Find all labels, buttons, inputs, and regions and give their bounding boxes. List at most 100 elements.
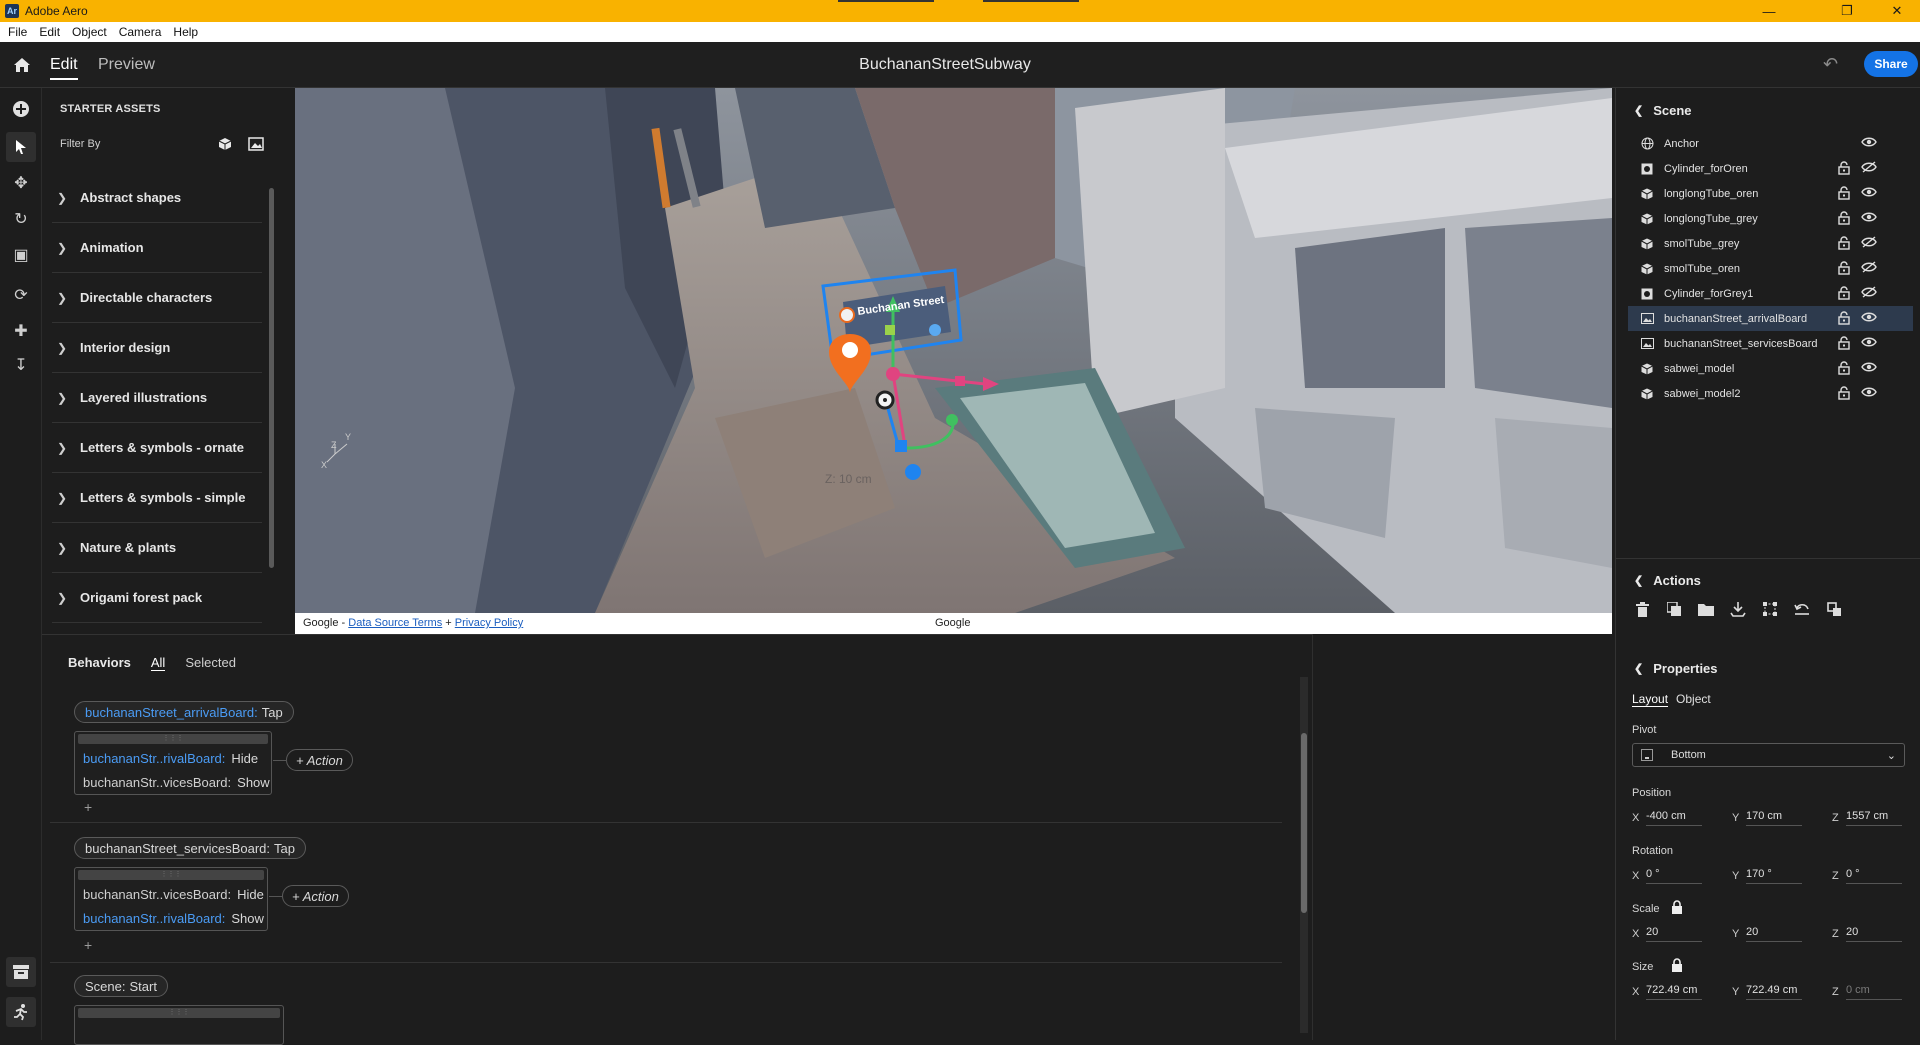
orbit-icon[interactable]: ⟳ (6, 280, 36, 310)
eye-icon[interactable] (1861, 336, 1879, 350)
menu-file[interactable]: File (8, 25, 27, 39)
scale-x-input[interactable]: 20 (1646, 926, 1702, 942)
eye-hidden-icon[interactable] (1861, 161, 1879, 175)
share-button[interactable]: Share (1864, 51, 1918, 77)
eye-hidden-icon[interactable] (1861, 286, 1879, 300)
unlock-icon[interactable] (1838, 211, 1852, 225)
add-trigger-icon[interactable]: + (84, 937, 92, 953)
size-x-input[interactable]: 722.49 cm (1646, 984, 1702, 1000)
duplicate-icon[interactable] (1666, 601, 1682, 617)
trigger-pill[interactable]: buchananStreet_servicesBoard: Tap (74, 837, 306, 859)
assets-scrollbar[interactable] (269, 188, 274, 568)
scene-section-header[interactable]: ❮ Scene (1634, 103, 1692, 118)
scene-item[interactable]: Cylinder_forOren (1628, 156, 1913, 181)
asset-category[interactable]: ❯ Abstract shapes (52, 173, 262, 223)
tab-all[interactable]: All (150, 655, 166, 671)
add-icon[interactable] (6, 94, 36, 124)
eye-icon[interactable] (1861, 361, 1879, 375)
size-z-input[interactable]: 0 cm (1846, 984, 1902, 1000)
scene-item[interactable]: smolTube_grey (1628, 231, 1913, 256)
trigger-pill[interactable]: Scene: Start (74, 975, 168, 997)
assets-drawer-icon[interactable] (6, 957, 36, 987)
scene-item[interactable]: longlongTube_grey (1628, 206, 1913, 231)
asset-category[interactable]: ❯ Origami forest pack (52, 573, 262, 623)
position-z-input[interactable]: 1557 cm (1846, 810, 1902, 826)
data-source-terms-link[interactable]: Data Source Terms (348, 617, 442, 629)
rotation-x-input[interactable]: 0 ° (1646, 868, 1702, 884)
scale-tool-icon[interactable]: ▣ (6, 240, 36, 270)
asset-category[interactable]: ❯ Letters & symbols - simple (52, 473, 262, 523)
unlock-icon[interactable] (1838, 286, 1852, 300)
tab-object[interactable]: Object (1676, 692, 1711, 707)
eye-icon[interactable] (1861, 186, 1879, 200)
close-icon[interactable]: ✕ (1874, 0, 1920, 22)
tab-selected[interactable]: Selected (185, 655, 236, 671)
scene-item-selected[interactable]: buchananStreet_arrivalBoard (1628, 306, 1913, 331)
move-tool-icon[interactable]: ✥ (6, 168, 36, 198)
lock-icon[interactable] (1671, 900, 1683, 914)
drag-handle-icon[interactable]: ⋮⋮⋮ (78, 734, 268, 744)
minimize-icon[interactable]: — (1746, 0, 1792, 22)
tab-layout[interactable]: Layout (1632, 692, 1669, 707)
add-trigger-icon[interactable]: + (84, 799, 92, 815)
unlock-icon[interactable] (1838, 186, 1852, 200)
rotation-z-input[interactable]: 0 ° (1846, 868, 1902, 884)
eye-hidden-icon[interactable] (1861, 261, 1879, 275)
drag-handle-icon[interactable]: ⋮⋮⋮ (78, 870, 264, 880)
action-sequence[interactable]: ⋮⋮⋮ (74, 1005, 284, 1045)
scene-viewport[interactable]: Buchanan Street Z: 10 cm Y X Z (295, 88, 1612, 613)
position-y-input[interactable]: 170 cm (1746, 810, 1802, 826)
scale-y-input[interactable]: 20 (1746, 926, 1802, 942)
lock-icon[interactable] (1671, 958, 1683, 972)
menu-object[interactable]: Object (72, 25, 107, 39)
eye-icon[interactable] (1861, 211, 1879, 225)
add-action-button[interactable]: + Action (269, 885, 349, 907)
eye-icon[interactable] (1861, 386, 1879, 400)
rotation-y-input[interactable]: 170 ° (1746, 868, 1802, 884)
delete-icon[interactable] (1634, 601, 1650, 617)
eye-icon[interactable] (1861, 136, 1879, 150)
scene-item[interactable]: smolTube_oren (1628, 256, 1913, 281)
reset-icon[interactable] (1794, 601, 1810, 617)
privacy-policy-link[interactable]: Privacy Policy (455, 617, 523, 629)
unlock-icon[interactable] (1838, 386, 1852, 400)
dolly-icon[interactable]: ↧ (6, 350, 36, 380)
eye-icon[interactable] (1861, 311, 1879, 325)
rotate-tool-icon[interactable]: ↻ (6, 204, 36, 234)
unlock-icon[interactable] (1838, 361, 1852, 375)
asset-category[interactable]: ❯ Directable characters (52, 273, 262, 323)
scrollbar-thumb[interactable] (1301, 733, 1307, 913)
undo-icon[interactable]: ↶ (1823, 54, 1838, 75)
asset-category[interactable]: ❯ Layered illustrations (52, 373, 262, 423)
drag-handle-icon[interactable]: ⋮⋮⋮ (78, 1008, 280, 1018)
unlock-icon[interactable] (1838, 161, 1852, 175)
position-x-input[interactable]: -400 cm (1646, 810, 1702, 826)
unlock-icon[interactable] (1838, 336, 1852, 350)
scene-item[interactable]: Cylinder_forGrey1 (1628, 281, 1913, 306)
action-row[interactable]: buchananStr..vicesBoard: Hide (75, 882, 267, 906)
select-tool-icon[interactable] (6, 132, 36, 162)
scene-item[interactable]: Anchor (1628, 131, 1913, 156)
scene-item[interactable]: sabwei_model (1628, 356, 1913, 381)
scale-z-input[interactable]: 20 (1846, 926, 1902, 942)
behaviors-run-icon[interactable] (6, 997, 36, 1027)
trigger-pill[interactable]: buchananStreet_arrivalBoard: Tap (74, 701, 294, 723)
bounding-box-icon[interactable] (1762, 601, 1778, 617)
asset-category[interactable]: ❯ Nature & plants (52, 523, 262, 573)
filter-image-icon[interactable] (247, 135, 265, 153)
scene-item[interactable]: sabwei_model2 (1628, 381, 1913, 406)
menu-camera[interactable]: Camera (119, 25, 162, 39)
eye-hidden-icon[interactable] (1861, 236, 1879, 250)
asset-category[interactable]: ❯ Letters & symbols - ornate (52, 423, 262, 473)
restore-icon[interactable]: ❐ (1824, 0, 1870, 22)
scene-item[interactable]: buchananStreet_servicesBoard (1628, 331, 1913, 356)
pan-icon[interactable]: ✚ (6, 316, 36, 346)
filter-3d-icon[interactable] (216, 135, 234, 153)
menu-edit[interactable]: Edit (39, 25, 60, 39)
drop-to-ground-icon[interactable] (1730, 601, 1746, 617)
actions-section-header[interactable]: ❮ Actions (1634, 573, 1701, 588)
behaviors-scrollbar[interactable] (1300, 677, 1308, 1033)
size-y-input[interactable]: 722.49 cm (1746, 984, 1802, 1000)
asset-category[interactable]: ❯ Interior design (52, 323, 262, 373)
folder-icon[interactable] (1698, 601, 1714, 617)
